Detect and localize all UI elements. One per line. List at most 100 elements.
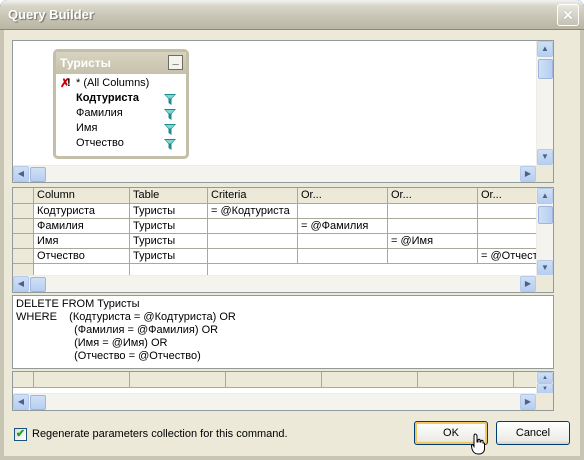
close-button[interactable]: ✕ (557, 4, 579, 26)
results-vertical-scrollbar[interactable]: ▲ ▼ (536, 372, 553, 394)
row-selector[interactable] (13, 204, 34, 219)
all-columns-row[interactable]: ✗ ! * (All Columns) (56, 76, 186, 92)
grid-cell-column[interactable]: Отчество (34, 249, 130, 264)
criteria-grid-pane[interactable]: Column Table Criteria Or... Or... Or... … (12, 187, 554, 293)
diagram-horizontal-scrollbar[interactable]: ◀ ▶ (13, 165, 536, 182)
all-columns-label: * (All Columns) (76, 77, 150, 89)
grid-cell-or[interactable] (478, 204, 538, 219)
scroll-thumb[interactable] (30, 277, 46, 292)
scroll-right-button[interactable]: ▶ (520, 394, 536, 410)
grid-cell-table[interactable]: Туристы (130, 204, 208, 219)
checkmark-icon: ✔ (15, 428, 26, 440)
grid-cell-or[interactable]: = @Имя (388, 234, 478, 249)
grid-cell-criteria[interactable] (208, 234, 298, 249)
grid-header-or[interactable]: Or... (388, 188, 478, 204)
column-label: Отчество (76, 137, 124, 149)
scroll-right-button[interactable]: ▶ (520, 276, 536, 292)
sql-text[interactable]: DELETE FROM Туристы WHERE (Кодтуриста = … (16, 298, 236, 363)
grid-header-or[interactable]: Or... (298, 188, 388, 204)
grid-cell-table[interactable]: Туристы (130, 219, 208, 234)
minimize-button[interactable]: _ (168, 55, 183, 70)
results-column-header[interactable] (34, 372, 130, 388)
scrollbar-corner (536, 393, 553, 410)
filter-funnel-icon (164, 124, 176, 135)
grid-cell-or[interactable] (478, 234, 538, 249)
query-builder-window: Query Builder ✕ Туристы _ ✗ ! * (All Col… (0, 0, 584, 460)
diagram-pane[interactable]: Туристы _ ✗ ! * (All Columns) Кодтуриста… (12, 40, 554, 183)
grid-cell-or[interactable]: = @Отчество (478, 249, 538, 264)
table-name: Туристы (60, 56, 111, 70)
column-row[interactable]: Отчество (56, 137, 186, 152)
scroll-thumb[interactable] (30, 167, 46, 182)
results-column-header[interactable] (226, 372, 322, 388)
grid-header-column[interactable]: Column (34, 188, 130, 204)
grid-cell-table[interactable]: Туристы (130, 249, 208, 264)
grid-cell-column[interactable]: Имя (34, 234, 130, 249)
row-selector[interactable] (13, 219, 34, 234)
grid-vertical-scrollbar[interactable]: ▲ ▼ (536, 188, 553, 276)
column-row[interactable]: Кодтуриста (56, 92, 186, 107)
column-row[interactable]: Имя (56, 122, 186, 137)
scroll-right-button[interactable]: ▶ (520, 166, 536, 182)
scroll-up-button[interactable]: ▲ (537, 188, 553, 204)
grid-header-or[interactable]: Or... (478, 188, 538, 204)
table-card-turisty[interactable]: Туристы _ ✗ ! * (All Columns) Кодтуриста… (53, 49, 189, 159)
grid-horizontal-scrollbar[interactable]: ◀ ▶ (13, 275, 536, 292)
cancel-button[interactable]: Cancel (496, 421, 570, 445)
results-pane[interactable]: ▲ ▼ ◀ ▶ (12, 371, 554, 411)
window-title: Query Builder (8, 7, 94, 22)
row-selector[interactable] (13, 249, 34, 264)
grid-cell-table[interactable]: Туристы (130, 234, 208, 249)
sql-pane[interactable]: DELETE FROM Туристы WHERE (Кодтуриста = … (12, 295, 554, 369)
window-frame-right (580, 30, 584, 460)
regenerate-parameters-label[interactable]: Regenerate parameters collection for thi… (32, 428, 288, 440)
scroll-left-button[interactable]: ◀ (13, 394, 29, 410)
grid-cell-column[interactable]: Кодтуриста (34, 204, 130, 219)
column-label: Имя (76, 122, 98, 134)
results-column-header[interactable] (418, 372, 514, 388)
scroll-left-button[interactable]: ◀ (13, 166, 29, 182)
results-column-header[interactable] (514, 372, 537, 388)
filter-funnel-icon (164, 139, 176, 150)
scroll-thumb[interactable] (30, 395, 46, 410)
column-label: Фамилия (76, 107, 123, 119)
column-row[interactable]: Фамилия (56, 107, 186, 122)
grid-corner-header (13, 188, 34, 204)
results-column-header[interactable] (130, 372, 226, 388)
close-icon: ✕ (562, 6, 574, 23)
scroll-thumb[interactable] (538, 206, 553, 224)
grid-cell-or[interactable] (478, 219, 538, 234)
scroll-thumb[interactable] (538, 59, 553, 79)
scroll-left-button[interactable]: ◀ (13, 276, 29, 292)
grid-cell-or[interactable]: = @Фамилия (298, 219, 388, 234)
grid-cell-criteria[interactable] (208, 249, 298, 264)
grid-cell-or[interactable] (388, 204, 478, 219)
row-selector[interactable] (13, 234, 34, 249)
grid-cell-or[interactable] (298, 234, 388, 249)
grid-cell-criteria[interactable]: = @Кодтуриста (208, 204, 298, 219)
filter-funnel-icon (164, 109, 176, 120)
grid-header-table[interactable]: Table (130, 188, 208, 204)
scroll-down-button[interactable]: ▼ (537, 149, 553, 165)
grid-cell-or[interactable] (298, 249, 388, 264)
table-card-header[interactable]: Туристы _ (56, 52, 186, 74)
exclamation-icon: ! (67, 77, 71, 89)
diagram-vertical-scrollbar[interactable]: ▲ ▼ (536, 41, 553, 165)
scroll-up-button[interactable]: ▲ (537, 372, 553, 383)
results-horizontal-scrollbar[interactable]: ◀ ▶ (13, 393, 536, 410)
scroll-up-button[interactable]: ▲ (537, 41, 553, 57)
grid-cell-or[interactable] (388, 249, 478, 264)
grid-cell-column[interactable]: Фамилия (34, 219, 130, 234)
filter-funnel-icon (164, 94, 176, 105)
grid-cell-or[interactable] (298, 204, 388, 219)
grid-header-criteria[interactable]: Criteria (208, 188, 298, 204)
grid-cell-criteria[interactable] (208, 219, 298, 234)
regenerate-parameters-checkbox[interactable]: ✔ (14, 428, 27, 441)
grid-cell-or[interactable] (388, 219, 478, 234)
scrollbar-corner (536, 165, 553, 182)
scroll-down-button[interactable]: ▼ (537, 260, 553, 276)
mouse-pointer-icon (471, 433, 485, 455)
column-label: Кодтуриста (76, 92, 140, 104)
results-column-header[interactable] (322, 372, 418, 388)
title-bar[interactable]: Query Builder ✕ (0, 0, 584, 30)
